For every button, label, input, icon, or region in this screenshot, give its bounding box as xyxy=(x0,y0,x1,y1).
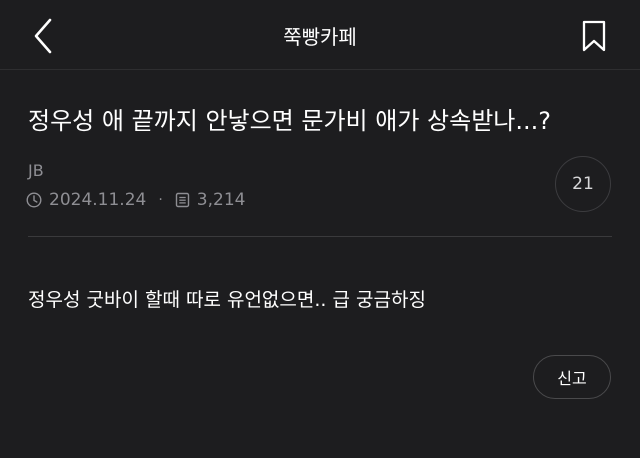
post-date: 2024.11.24 xyxy=(49,190,147,210)
bookmark-button[interactable] xyxy=(576,16,612,56)
back-button[interactable] xyxy=(26,16,60,56)
post-title: 정우성 애 끝까지 안낳으면 문가비 애가 상속받나...? xyxy=(28,107,551,135)
clock-icon xyxy=(26,192,42,208)
post-meta: 2024.11.24 · 3,214 xyxy=(26,189,245,211)
views-icon xyxy=(175,192,190,208)
post-author[interactable]: JB xyxy=(28,161,44,180)
meta-separator: · xyxy=(158,192,163,208)
comment-count-button[interactable]: 21 xyxy=(555,156,611,212)
top-navigation-bar: 쭉빵카페 xyxy=(0,0,640,70)
divider xyxy=(28,236,612,237)
bookmark-icon xyxy=(582,20,606,52)
page-title: 쭉빵카페 xyxy=(283,25,357,49)
post-body: 정우성 굿바이 할때 따로 유언없으면.. 급 궁금하징 xyxy=(28,289,426,311)
report-button[interactable]: 신고 xyxy=(533,355,611,399)
view-count: 3,214 xyxy=(196,190,246,210)
chevron-left-icon xyxy=(34,18,52,54)
